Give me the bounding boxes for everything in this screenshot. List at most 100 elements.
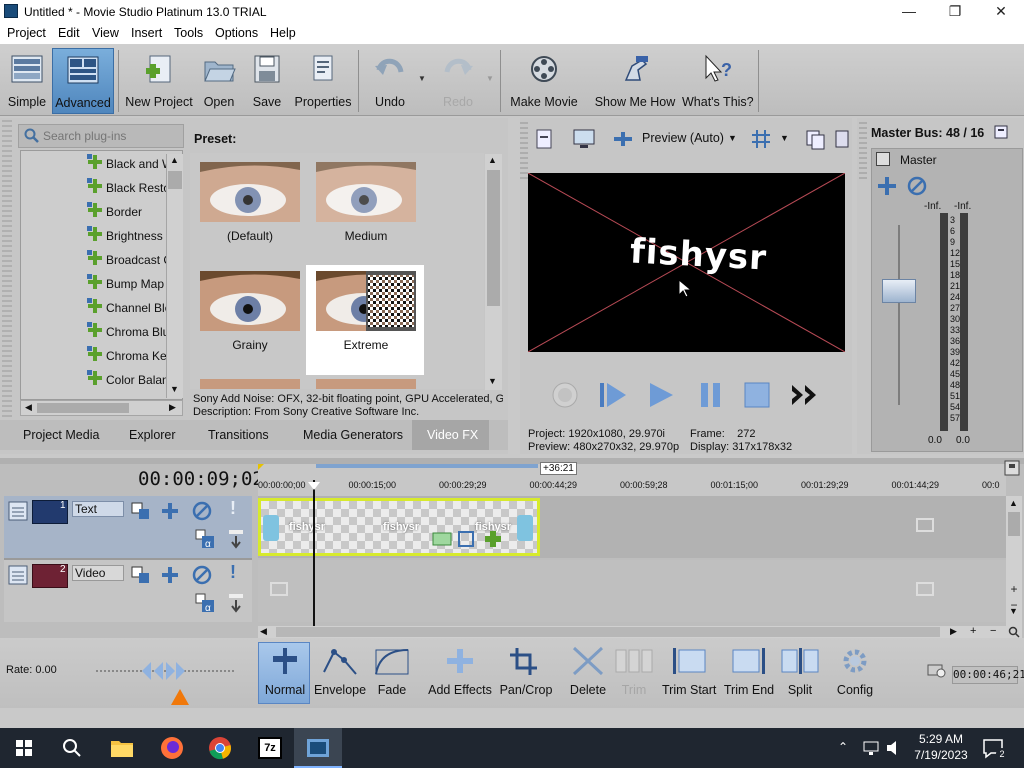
master-fx-plugin-icon[interactable] bbox=[876, 175, 898, 197]
preset-thumb-partial[interactable] bbox=[316, 379, 416, 389]
compositing-mode-icon[interactable]: α bbox=[194, 528, 216, 550]
tab-media-generators[interactable]: Media Generators bbox=[303, 428, 403, 442]
show-me-how-button[interactable]: Show Me How bbox=[592, 48, 678, 114]
delete-tool[interactable]: Delete bbox=[568, 646, 608, 697]
minimize-button[interactable]: — bbox=[886, 0, 932, 24]
master-fx-icon[interactable] bbox=[876, 152, 890, 166]
track-collapse-icon[interactable] bbox=[8, 501, 28, 521]
tab-transitions[interactable]: Transitions bbox=[208, 428, 269, 442]
save-button[interactable]: Save bbox=[246, 48, 288, 114]
fade-edit-tool[interactable]: Fade bbox=[370, 646, 414, 697]
taskbar-firefox[interactable] bbox=[148, 728, 196, 768]
plugin-tree[interactable]: Black and Wh Black Restore Border Brightnes… bbox=[20, 150, 183, 400]
master-fader-handle[interactable] bbox=[882, 279, 916, 303]
playhead-cursor[interactable] bbox=[313, 480, 315, 626]
hscroll-thumb[interactable] bbox=[37, 403, 129, 413]
scroll-right-icon[interactable]: ▶ bbox=[950, 626, 957, 637]
taskbar-file-explorer[interactable] bbox=[98, 728, 146, 768]
stop-button[interactable] bbox=[742, 380, 772, 410]
split-screen-icon[interactable] bbox=[612, 130, 634, 148]
play-from-start-button[interactable] bbox=[598, 380, 628, 410]
track-motion-icon[interactable] bbox=[130, 565, 152, 585]
mute-bypass-icon[interactable] bbox=[906, 175, 928, 197]
external-monitor-icon[interactable] bbox=[572, 128, 596, 150]
whats-this-button[interactable]: ? What's This? bbox=[682, 48, 754, 114]
close-button[interactable]: ✕ bbox=[978, 0, 1024, 24]
marker-in[interactable] bbox=[258, 464, 264, 470]
tab-explorer[interactable]: Explorer bbox=[129, 428, 176, 442]
plugin-tree-hscrollbar[interactable]: ◀ ▶ bbox=[20, 400, 183, 416]
taskbar-chrome[interactable] bbox=[196, 728, 244, 768]
mute-icon[interactable] bbox=[192, 565, 212, 585]
preset-thumb-medium[interactable] bbox=[316, 162, 416, 222]
menu-view[interactable]: View bbox=[92, 26, 119, 40]
zoom-tool-icon[interactable] bbox=[1008, 626, 1020, 638]
scroll-down-icon[interactable]: ▼ bbox=[170, 384, 179, 394]
plugin-search-box[interactable] bbox=[18, 124, 184, 148]
scroll-up-icon[interactable]: ▲ bbox=[170, 155, 179, 165]
menu-project[interactable]: Project bbox=[7, 26, 46, 40]
taskbar-search-button[interactable] bbox=[48, 728, 96, 768]
scroll-thumb[interactable] bbox=[168, 171, 182, 189]
loop-region-bar[interactable] bbox=[316, 464, 538, 468]
clock-date[interactable]: 7/19/2023 bbox=[910, 748, 972, 762]
chevron-down-icon[interactable]: ▼ bbox=[728, 133, 737, 143]
track-lane-2[interactable] bbox=[258, 560, 1006, 622]
zoom-in-vertical[interactable]: + bbox=[1006, 582, 1022, 596]
preset-thumb-partial[interactable] bbox=[200, 379, 300, 389]
network-icon[interactable] bbox=[862, 740, 880, 756]
trim-end-tool[interactable]: Trim End bbox=[722, 646, 776, 697]
scroll-right-icon[interactable]: ▶ bbox=[169, 402, 176, 413]
make-compositing-child-icon[interactable] bbox=[226, 592, 246, 614]
timeline-pin-icon[interactable] bbox=[1004, 460, 1020, 476]
hscroll-thumb[interactable] bbox=[276, 627, 940, 637]
preset-scrollbar[interactable]: ▲ ▼ bbox=[485, 154, 502, 390]
trim-start-tool[interactable]: Trim Start bbox=[662, 646, 716, 697]
track-motion-icon[interactable] bbox=[130, 501, 152, 521]
track-fx-icon[interactable] bbox=[160, 565, 180, 585]
make-movie-button[interactable]: Make Movie bbox=[508, 48, 580, 114]
split-tool[interactable]: Split bbox=[780, 646, 820, 697]
taskbar-movie-studio[interactable] bbox=[294, 728, 342, 768]
compositing-mode-icon[interactable]: α bbox=[194, 592, 216, 614]
scroll-left-icon[interactable]: ◀ bbox=[25, 402, 32, 413]
save-snapshot-icon[interactable] bbox=[834, 128, 850, 150]
preset-thumb-grainy[interactable] bbox=[200, 271, 300, 331]
solo-icon[interactable]: ! bbox=[230, 562, 236, 583]
new-project-button[interactable]: New Project bbox=[124, 48, 194, 114]
copy-snapshot-icon[interactable] bbox=[804, 128, 826, 150]
volume-icon[interactable] bbox=[886, 740, 902, 756]
menu-tools[interactable]: Tools bbox=[174, 26, 203, 40]
trim-tool[interactable]: Trim bbox=[614, 646, 654, 697]
show-hidden-icons[interactable]: ⌃ bbox=[838, 740, 848, 754]
mixer-properties-icon[interactable] bbox=[993, 124, 1009, 140]
menu-help[interactable]: Help bbox=[270, 26, 296, 40]
scroll-thumb[interactable] bbox=[487, 170, 500, 306]
envelope-edit-tool[interactable]: Envelope bbox=[312, 646, 368, 697]
menu-options[interactable]: Options bbox=[215, 26, 258, 40]
redo-button[interactable]: Redo bbox=[434, 48, 482, 114]
preview-properties-icon[interactable] bbox=[534, 128, 554, 150]
plugin-tree-scrollbar[interactable]: ▲ ▼ bbox=[166, 154, 183, 398]
pause-button[interactable] bbox=[696, 380, 726, 410]
plugin-search-input[interactable] bbox=[43, 128, 178, 144]
panel-grip[interactable] bbox=[2, 120, 12, 420]
simple-button[interactable]: Simple bbox=[4, 48, 50, 114]
scroll-up-icon[interactable]: ▲ bbox=[488, 155, 497, 165]
menu-edit[interactable]: Edit bbox=[58, 26, 80, 40]
track-collapse-icon[interactable] bbox=[8, 565, 28, 585]
taskbar-7zip[interactable]: 7z bbox=[246, 728, 294, 768]
zoom-out-vertical[interactable]: − bbox=[1006, 598, 1022, 612]
rate-slider-handle[interactable] bbox=[140, 660, 186, 682]
panel-grip[interactable] bbox=[520, 122, 528, 182]
start-button[interactable] bbox=[0, 728, 48, 768]
playhead-handle[interactable] bbox=[308, 482, 320, 490]
make-compositing-child-icon[interactable] bbox=[226, 528, 246, 550]
track-fx-icon[interactable] bbox=[160, 501, 180, 521]
pan-crop-tool[interactable]: Pan/Crop bbox=[498, 646, 554, 697]
overlays-grid-icon[interactable] bbox=[750, 129, 772, 149]
clip-fade-handle-right[interactable] bbox=[517, 515, 533, 541]
clip-fade-handle-left[interactable] bbox=[263, 515, 279, 541]
maximize-button[interactable]: ❐ bbox=[932, 0, 978, 24]
add-effects-tool[interactable]: Add Effects bbox=[428, 646, 492, 697]
